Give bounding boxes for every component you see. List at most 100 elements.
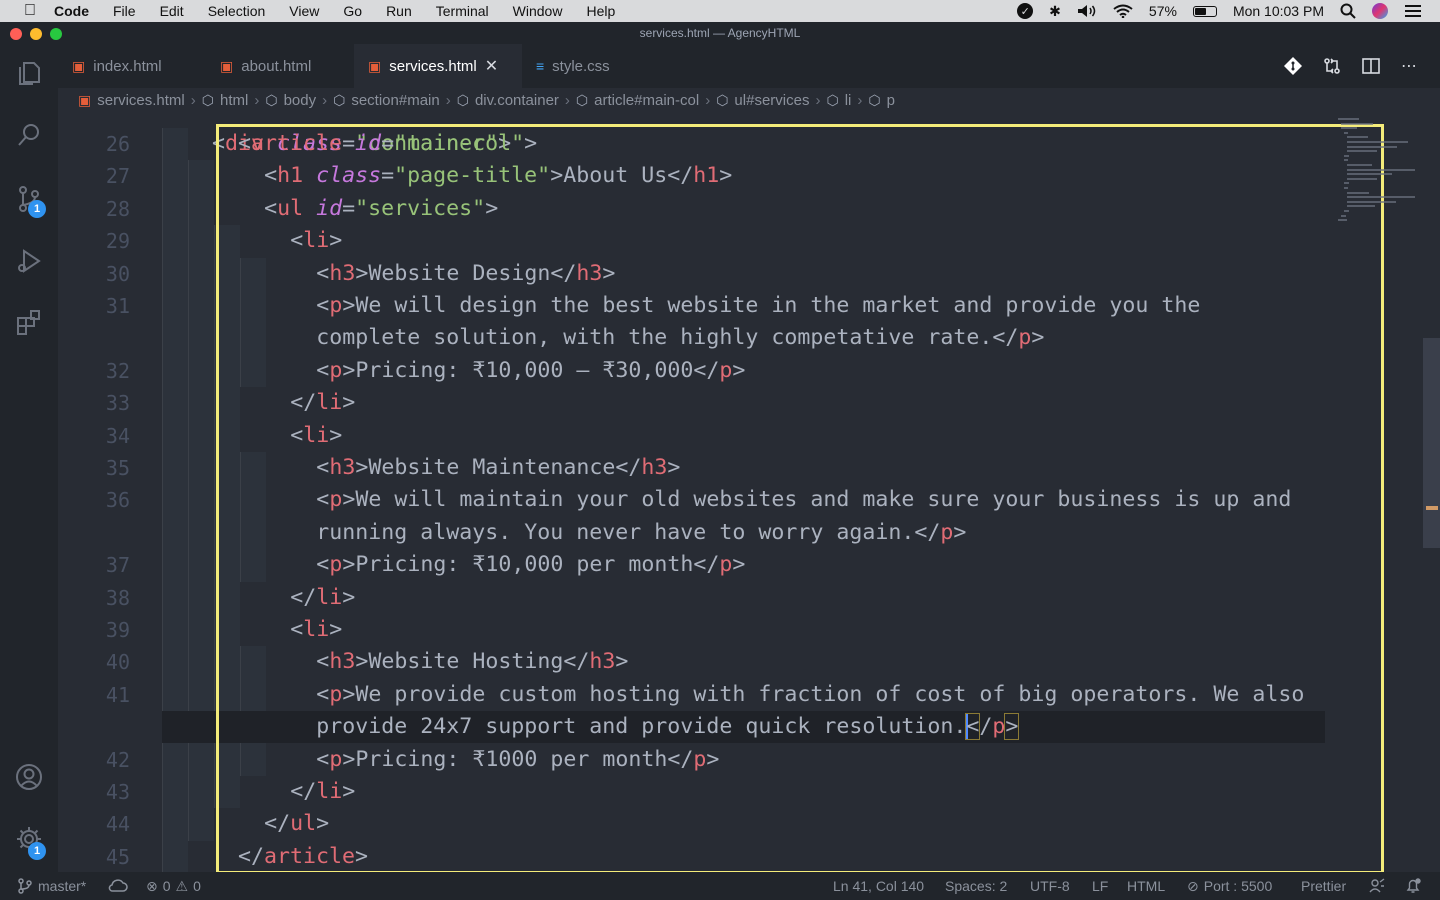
problems-indicator[interactable]: ⊗ 0 ⚠ 0: [146, 872, 201, 900]
code-line[interactable]: 40 <h3>Website Hosting</h3>: [58, 646, 1358, 678]
code-line[interactable]: 38 </li>: [58, 582, 1358, 614]
code-line[interactable]: 45 </article>: [58, 841, 1358, 872]
code-text[interactable]: <p>Pricing: ₹1000 per month</p>: [316, 744, 719, 776]
cursor-position[interactable]: Ln 41, Col 140: [833, 872, 924, 900]
breadcrumb-item-li[interactable]: ⬡ li: [826, 92, 851, 109]
breadcrumb-item-article[interactable]: ⬡ article#main-col: [576, 92, 699, 109]
menu-selection[interactable]: Selection: [208, 0, 266, 22]
code-line-partial[interactable]: <div class="container">: [58, 112, 1358, 156]
code-text[interactable]: <p>We will maintain your old websites an…: [316, 484, 1291, 516]
bluetooth-icon[interactable]: ✱: [1049, 0, 1061, 22]
menu-window[interactable]: Window: [513, 0, 563, 22]
code-line[interactable]: 29 <li>: [58, 225, 1358, 257]
breadcrumb-item-section[interactable]: ⬡ section#main: [333, 92, 440, 109]
language-mode[interactable]: HTML: [1127, 872, 1165, 900]
code-text[interactable]: complete solution, with the highly compe…: [316, 322, 1044, 354]
code-line[interactable]: 41 <p>We provide custom hosting with frac…: [58, 679, 1358, 711]
code-line[interactable]: 27 <h1 class="page-title">About Us</h1>: [58, 160, 1358, 192]
control-center-icon[interactable]: [1404, 0, 1422, 22]
menu-file[interactable]: File: [113, 0, 136, 22]
menu-edit[interactable]: Edit: [160, 0, 184, 22]
sync-cloud-icon[interactable]: [108, 872, 128, 900]
scrollbar-thumb[interactable]: [1423, 338, 1440, 548]
code-text[interactable]: </li>: [290, 582, 355, 614]
code-editor[interactable]: <div class="container"> 26 <article id="m…: [58, 112, 1440, 872]
more-actions-icon[interactable]: ⋯: [1397, 54, 1421, 78]
live-server-port[interactable]: ⊘ Port : 5500: [1187, 872, 1272, 900]
code-text[interactable]: <article id="main-col">: [238, 128, 537, 160]
breadcrumb-item-div[interactable]: ⬡ div.container: [457, 92, 559, 109]
branch-indicator[interactable]: master*: [18, 872, 86, 900]
volume-icon[interactable]: [1077, 0, 1097, 22]
code-text[interactable]: <p>Pricing: ₹10,000 per month</p>: [316, 549, 745, 581]
battery-icon[interactable]: [1192, 0, 1217, 22]
spotlight-search-icon[interactable]: [1340, 0, 1356, 22]
menu-view[interactable]: View: [289, 0, 319, 22]
code-text[interactable]: <h3>Website Maintenance</h3>: [316, 452, 680, 484]
code-line[interactable]: 36 <p>We will maintain your old websites …: [58, 484, 1358, 516]
code-line[interactable]: provide 24x7 support and provide quick r…: [162, 711, 1325, 744]
tab-style-css[interactable]: ≡ style.css: [522, 44, 652, 88]
extensions-icon[interactable]: [0, 298, 58, 348]
account-icon[interactable]: [0, 752, 58, 802]
window-minimize-button[interactable]: [30, 28, 42, 40]
source-control-icon[interactable]: 1: [0, 174, 58, 224]
git-lens-icon[interactable]: [1281, 54, 1305, 78]
checkmark-circle-icon[interactable]: ✓: [1017, 0, 1034, 22]
search-icon[interactable]: [0, 110, 58, 160]
siri-icon[interactable]: [1372, 0, 1388, 22]
code-text[interactable]: <li>: [290, 614, 342, 646]
tab-close-icon[interactable]: ✕: [485, 56, 498, 76]
code-line[interactable]: 35 <h3>Website Maintenance</h3>: [58, 452, 1358, 484]
indentation[interactable]: Spaces: 2: [945, 872, 1007, 900]
breadcrumb-item-ul[interactable]: ⬡ ul#services: [716, 92, 809, 109]
code-text[interactable]: <li>: [290, 225, 342, 257]
code-text[interactable]: </li>: [290, 387, 355, 419]
split-editor-icon[interactable]: [1359, 54, 1383, 78]
code-line[interactable]: 33 </li>: [58, 387, 1358, 419]
code-line[interactable]: complete solution, with the highly compe…: [58, 322, 1358, 354]
clock[interactable]: Mon 10:03 PM: [1233, 0, 1324, 22]
code-text[interactable]: </ul>: [264, 808, 329, 840]
end-of-line[interactable]: LF: [1092, 872, 1108, 900]
code-text[interactable]: <h3>Website Hosting</h3>: [316, 646, 628, 678]
code-line[interactable]: 26 <article id="main-col">: [58, 128, 1358, 160]
code-text[interactable]: provide 24x7 support and provide quick r…: [316, 711, 1020, 743]
tab-about-html[interactable]: ▣ about.html: [206, 44, 354, 88]
feedback-icon[interactable]: [1369, 872, 1385, 900]
tab-index-html[interactable]: ▣ index.html: [58, 44, 206, 88]
tab-services-html[interactable]: ▣ services.html ✕: [354, 44, 522, 88]
code-text[interactable]: </li>: [290, 776, 355, 808]
code-text[interactable]: <li>: [290, 420, 342, 452]
menu-terminal[interactable]: Terminal: [436, 0, 489, 22]
code-line[interactable]: 28 <ul id="services">: [58, 193, 1358, 225]
encoding[interactable]: UTF-8: [1030, 872, 1070, 900]
wifi-icon[interactable]: [1113, 0, 1133, 22]
code-text[interactable]: running always. You never have to worry …: [316, 517, 966, 549]
code-text[interactable]: <h1 class="page-title">About Us</h1>: [264, 160, 732, 192]
menu-run[interactable]: Run: [386, 0, 412, 22]
menu-help[interactable]: Help: [586, 0, 615, 22]
code-text[interactable]: <p>We will design the best website in th…: [316, 290, 1200, 322]
code-line[interactable]: 32 <p>Pricing: ₹10,000 – ₹30,000</p>: [58, 355, 1358, 387]
code-line[interactable]: 31 <p>We will design the best website in …: [58, 290, 1358, 322]
code-line[interactable]: 43 </li>: [58, 776, 1358, 808]
menu-app-name[interactable]: Code: [54, 0, 89, 22]
minimap[interactable]: [1328, 112, 1424, 872]
code-text[interactable]: <p>Pricing: ₹10,000 – ₹30,000</p>: [316, 355, 745, 387]
menu-go[interactable]: Go: [343, 0, 362, 22]
window-close-button[interactable]: [10, 28, 22, 40]
code-line[interactable]: 30 <h3>Website Design</h3>: [58, 258, 1358, 290]
breadcrumb-item-file[interactable]: ▣ services.html: [78, 92, 185, 109]
breadcrumb-item-html[interactable]: ⬡ html: [202, 92, 249, 109]
breadcrumb-item-p[interactable]: ⬡ p: [868, 92, 895, 109]
run-debug-icon[interactable]: [0, 236, 58, 286]
apple-icon[interactable]: : [20, 2, 40, 20]
code-line[interactable]: 39 <li>: [58, 614, 1358, 646]
code-line[interactable]: running always. You never have to worry …: [58, 517, 1358, 549]
code-text[interactable]: </article>: [238, 841, 368, 872]
code-line[interactable]: 34 <li>: [58, 420, 1358, 452]
code-text[interactable]: <p>We provide custom hosting with fracti…: [316, 679, 1304, 711]
explorer-icon[interactable]: [0, 48, 58, 98]
window-maximize-button[interactable]: [50, 28, 62, 40]
